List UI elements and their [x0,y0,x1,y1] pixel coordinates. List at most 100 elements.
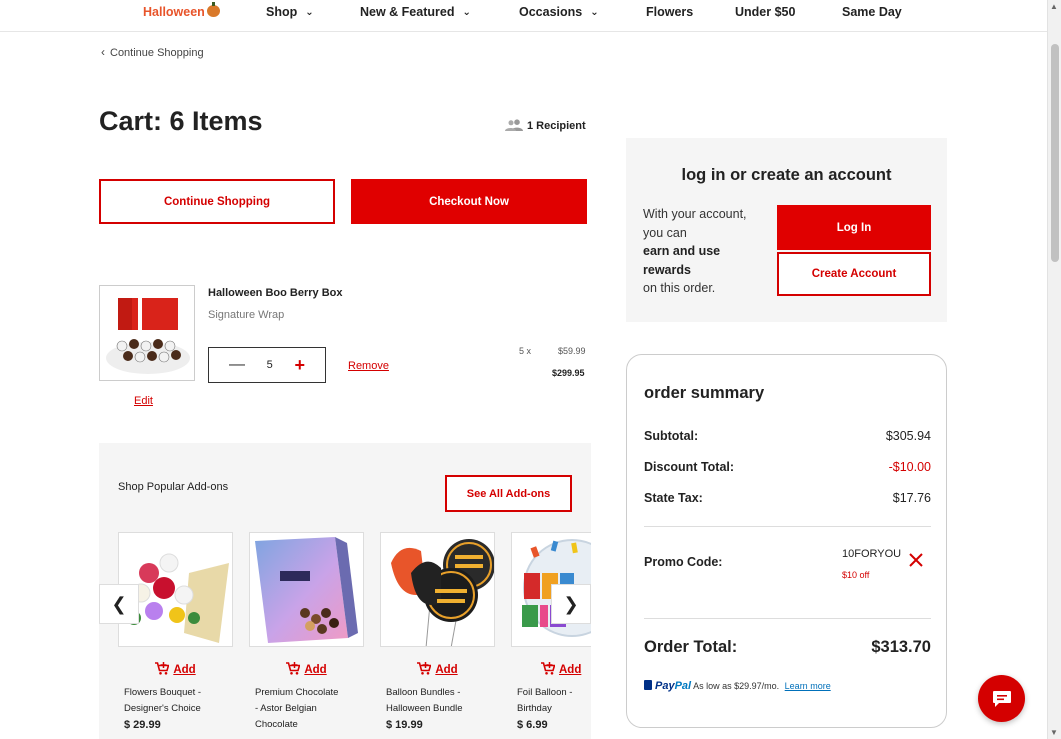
add-addon-label: Add [173,664,196,676]
nav-item-new-featured[interactable]: New & Featured ⌄ [360,5,471,19]
account-text-outro: on this order. [643,281,716,295]
addon-price: $ 19.99 [386,719,423,731]
addon-name: Flowers Bouquet - Designer's Choice [118,685,233,717]
addon-name-line: Birthday [517,703,552,714]
addon-card[interactable]: Add Premium Chocolate - Astor Belgian Ch… [249,532,364,733]
add-addon-label: Add [304,664,327,676]
create-account-button[interactable]: Create Account [777,252,931,296]
addon-price: $ 29.99 [124,719,161,731]
add-addon-button[interactable]: Add [380,662,495,676]
increase-quantity-button[interactable]: + [294,355,305,376]
chevron-left-icon: ‹ [101,45,105,59]
add-addon-button[interactable]: Add [511,662,591,676]
account-title: log in or create an account [681,166,892,184]
edit-item-link[interactable]: Edit [134,395,153,407]
addon-price: $ 6.99 [517,719,548,731]
addon-image[interactable] [249,532,364,647]
close-icon [909,553,923,567]
remove-promo-button[interactable] [908,552,924,573]
add-addon-button[interactable]: Add [249,662,364,676]
paypal-promo: PayPal As low as $29.97/mo. Learn more [644,680,831,692]
nav-item-same-day[interactable]: Same Day [842,5,902,19]
nav-item-flowers[interactable]: Flowers [646,5,693,19]
promo-code-value: 10FORYOU [842,548,902,560]
log-in-button[interactable]: Log In [777,205,931,250]
addon-name-line: Flowers Bouquet - [124,687,202,698]
add-addon-label: Add [435,664,458,676]
chat-button[interactable] [978,675,1025,722]
decrease-quantity-button[interactable]: — [229,356,245,374]
addon-name-line: Halloween Bundle [386,703,463,714]
addon-name-line: Premium Chocolate [255,687,339,698]
page-scrollbar[interactable]: ▲ ▼ [1047,0,1061,739]
nav-item-halloween[interactable]: Halloween [143,2,220,19]
item-unit-price: $59.99 [558,346,586,356]
discount-value: -$10.00 [888,460,931,474]
recipient-count-label: 1 Recipient [527,120,586,132]
subtotal-value: $305.94 [885,429,931,443]
see-all-addons-button[interactable]: See All Add-ons [445,475,572,512]
chevron-down-icon: ⌄ [590,7,599,18]
quantity-stepper: — 5 + [208,347,326,383]
addon-card[interactable]: Add Balloon Bundles - Halloween Bundle $… [380,532,495,731]
order-total-value: $313.70 [871,638,931,656]
chocolate-box-image [250,533,363,646]
page-title: Cart: 6 Items [99,106,263,136]
nav-new-featured-label: New & Featured [360,5,455,19]
checkout-now-button-label: Checkout Now [429,195,509,208]
nav-occasions-label: Occasions [519,5,583,19]
pumpkin-icon [206,2,220,17]
addon-image[interactable] [380,532,495,647]
addon-name: Premium Chocolate - Astor Belgian Chocol… [249,685,364,733]
scroll-down-arrow-icon[interactable]: ▼ [1050,728,1058,737]
continue-shopping-link[interactable]: ‹ Continue Shopping [101,45,204,59]
tax-value: $17.76 [892,491,931,505]
carousel-prev-button[interactable]: ❮ [99,584,139,624]
order-summary-title: order summary [644,384,765,402]
addon-name: Foil Balloon - Birthday [511,685,591,717]
checkout-now-button[interactable]: Checkout Now [351,179,587,224]
product-image[interactable] [99,285,195,381]
nav-item-shop[interactable]: Shop ⌄ [266,5,314,19]
addon-card[interactable]: Add Flowers Bouquet - Designer's Choice … [118,532,233,731]
addon-card[interactable]: Add Foil Balloon - Birthday $ 6.99 [511,532,591,731]
quantity-value[interactable]: 5 [267,359,273,371]
account-text-intro: With your account, you can [643,207,747,240]
remove-item-link[interactable]: Remove [348,360,389,372]
discount-label: Discount Total: [644,460,735,474]
log-in-button-label: Log In [836,221,872,234]
berry-box-image [100,286,194,380]
chevron-left-icon: ❮ [111,593,127,614]
nav-flowers-label: Flowers [646,5,694,19]
paypal-brand-pay: Pay [655,680,675,692]
addon-name-line: Balloon Bundles - [386,687,461,698]
paypal-learn-more-link[interactable]: Learn more [785,681,831,691]
halloween-balloons-image [381,533,494,646]
continue-shopping-button-label: Continue Shopping [163,195,271,208]
divider [644,618,931,619]
nav-item-occasions[interactable]: Occasions ⌄ [519,5,599,19]
continue-shopping-button[interactable]: Continue Shopping [99,179,335,224]
order-summary: order summary Subtotal: $305.94 Discount… [626,354,947,728]
scrollbar-thumb[interactable] [1051,44,1059,262]
item-multiplier: 5 x [519,346,532,356]
product-name: Halloween Boo Berry Box [208,287,343,299]
order-total-row: Order Total: $313.70 [644,638,931,657]
account-text-rewards: earn and use rewards [643,244,721,277]
addon-name-line: Chocolate [255,719,298,730]
nav-item-under-50[interactable]: Under $50 [735,5,795,19]
chevron-right-icon: ❯ [563,593,579,614]
tax-label: State Tax: [644,491,703,505]
divider [644,526,931,527]
carousel-next-button[interactable]: ❯ [551,584,591,624]
order-total-label: Order Total: [644,638,738,656]
addon-name-line: - Astor Belgian [255,703,317,714]
scroll-up-arrow-icon[interactable]: ▲ [1050,2,1058,11]
chevron-down-icon: ⌄ [305,7,314,18]
paypal-logo: PayPal [644,680,691,692]
promo-code-label: Promo Code: [644,555,723,569]
chevron-down-icon: ⌄ [462,7,471,18]
continue-shopping-link-label: Continue Shopping [110,47,204,59]
add-addon-button[interactable]: Add [118,662,233,676]
chat-bubble-icon [992,690,1011,707]
